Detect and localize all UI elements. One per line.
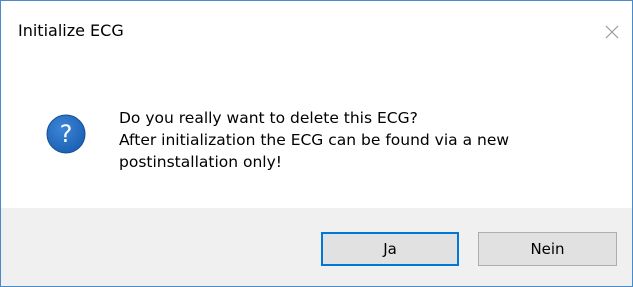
yes-button[interactable]: Ja (321, 232, 459, 266)
button-bar: Ja Nein (1, 208, 632, 286)
title-bar[interactable]: Initialize ECG (1, 1, 632, 63)
message-line: postinstallation only! (119, 153, 282, 171)
question-icon: ? (46, 114, 86, 154)
dialog-content: ? Do you really want to delete this ECG?… (1, 63, 632, 208)
no-button[interactable]: Nein (478, 232, 617, 266)
message-line: After initialization the ECG can be foun… (119, 131, 510, 149)
message-dialog: Initialize ECG ? Do you really want to d… (0, 0, 633, 287)
svg-text:?: ? (60, 120, 73, 148)
close-icon (605, 25, 619, 39)
yes-button-label: Ja (383, 240, 397, 258)
message-text: Do you really want to delete this ECG? A… (119, 107, 619, 173)
no-button-label: Nein (530, 240, 565, 258)
window-title: Initialize ECG (18, 21, 124, 40)
message-line: Do you really want to delete this ECG? (119, 109, 418, 127)
close-button[interactable] (592, 15, 632, 49)
